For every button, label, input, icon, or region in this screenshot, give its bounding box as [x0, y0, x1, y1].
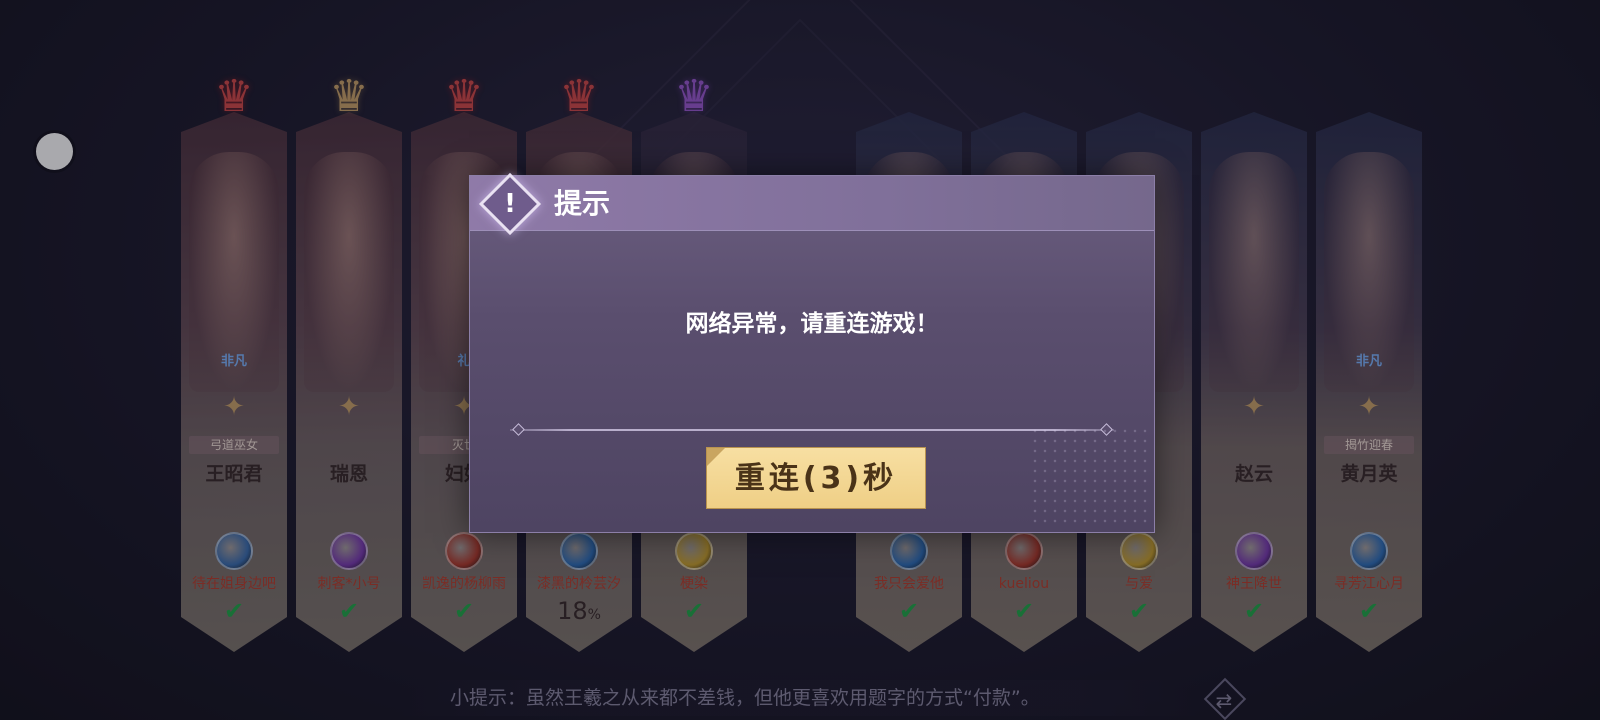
dialog-title: 提示 — [554, 187, 611, 220]
divider-end-left — [512, 423, 525, 436]
dialog-message: 网络异常，请重连游戏！ — [685, 311, 939, 337]
network-error-dialog: ! 提示 网络异常，请重连游戏！ 重连(3)秒 — [469, 172, 1155, 533]
game-loading-screen: ♛ 非凡 ✦ 弓道巫女 王昭君 待在姐身边吧 ✔ ♛ ✦ 瑞恩 刺客*小号 ✔ ♛ 礼 ✦ 灭世 妇好 凯逸的杨柳… — [0, 0, 1600, 720]
dialog-divider — [510, 429, 1114, 431]
dialog-dot-pattern — [1030, 426, 1150, 526]
warning-icon: ! — [504, 189, 516, 219]
reconnect-button[interactable]: 重连(3)秒 — [706, 447, 926, 509]
